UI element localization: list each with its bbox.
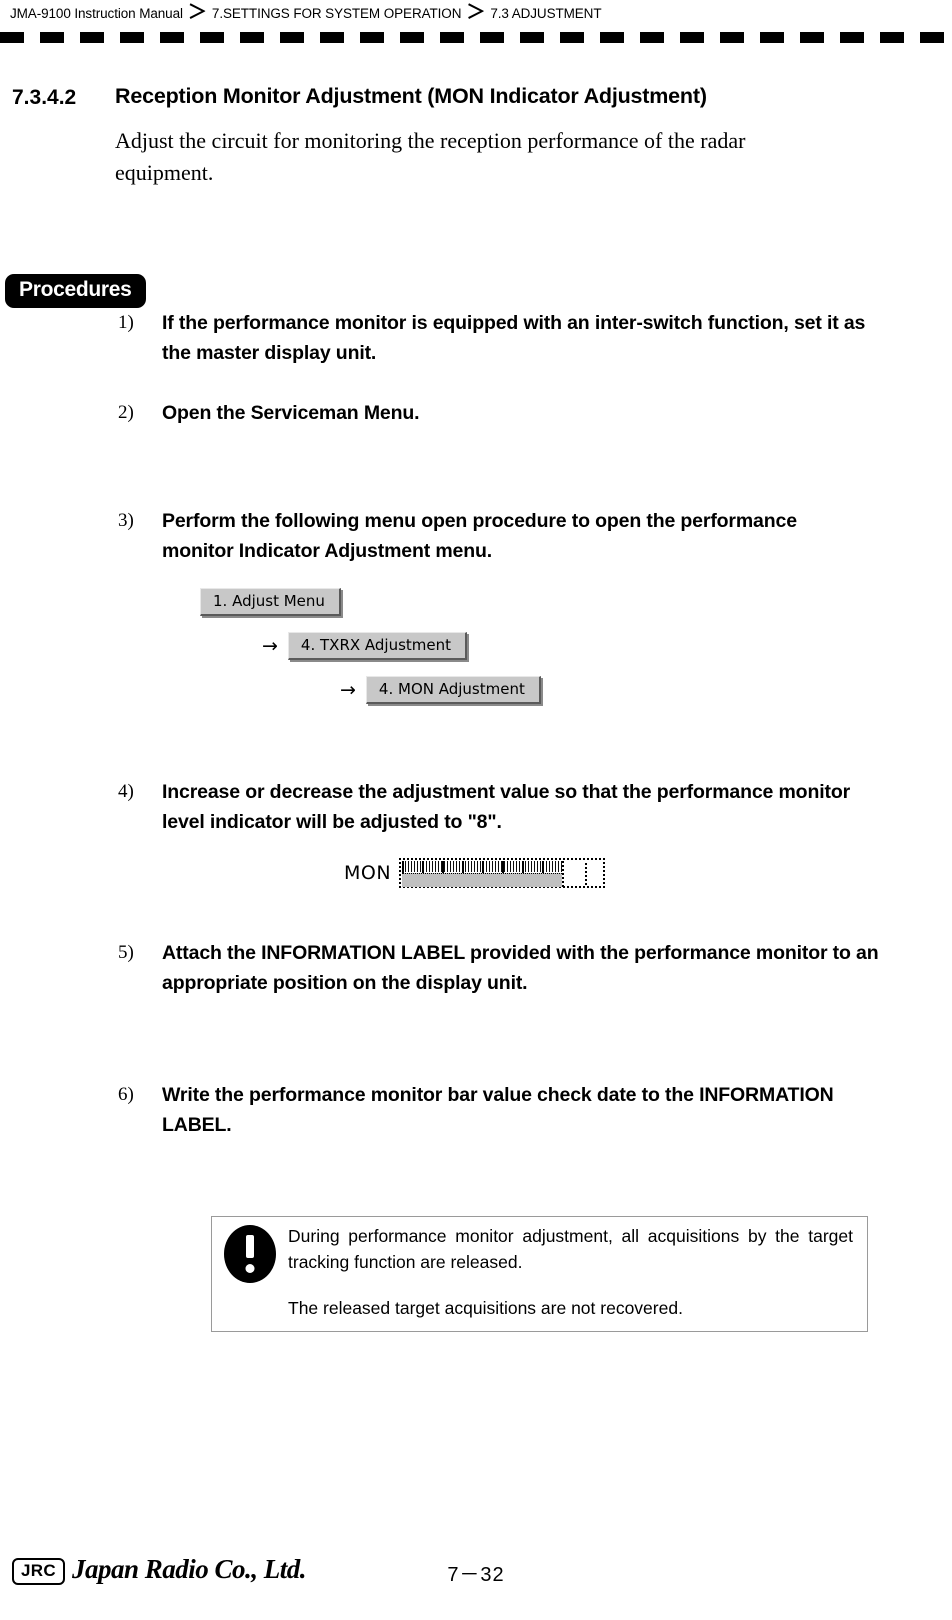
step-text: Increase or decrease the adjustment valu… — [162, 781, 851, 833]
section-intro-text: Adjust the circuit for monitoring the re… — [115, 128, 746, 185]
breadcrumb-separator-icon-2: ＞ — [466, 1, 486, 23]
caution-text-primary: During performance monitor adjustment, a… — [288, 1226, 853, 1272]
menu-button-txrx-adjustment[interactable]: 4. TXRX Adjustment — [287, 632, 468, 660]
mon-bar-fill — [402, 873, 563, 887]
breadcrumb-chapter: 7.SETTINGS FOR SYSTEM OPERATION — [211, 5, 462, 21]
step-text: If the performance monitor is equipped w… — [162, 312, 866, 364]
procedure-step-6: 6) Write the performance monitor bar val… — [118, 1080, 898, 1140]
procedure-step-3: 3) Perform the following menu open proce… — [118, 506, 858, 566]
menu-chain-row-1: 1. Adjust Menu — [200, 588, 800, 616]
procedure-step-5: 5) Attach the INFORMATION LABEL provided… — [118, 938, 918, 998]
mon-label: MON — [344, 862, 392, 884]
menu-open-procedure-chain: 1. Adjust Menu → 4. TXRX Adjustment → 4.… — [200, 588, 800, 720]
step-marker: 5) — [118, 942, 134, 963]
procedure-step-2: 2) Open the Serviceman Menu. — [118, 398, 878, 428]
menu-button-mon-adjustment[interactable]: 4. MON Adjustment — [365, 676, 541, 704]
menu-chain-row-2: → 4. TXRX Adjustment — [200, 632, 800, 660]
arrow-right-icon: → — [262, 634, 278, 657]
menu-button-adjust-menu[interactable]: 1. Adjust Menu — [200, 588, 341, 616]
exclamation-icon — [224, 1225, 276, 1283]
breadcrumb-manual: JMA-9100 Instruction Manual — [10, 5, 183, 21]
step-marker: 6) — [118, 1084, 134, 1105]
step-text: Attach the INFORMATION LABEL provided wi… — [162, 942, 879, 994]
breadcrumb-separator-icon: ＞ — [187, 1, 207, 23]
page-footer: JRC Japan Radio Co., Ltd. 7－32 — [0, 1552, 952, 1600]
mon-bar-divider — [562, 861, 565, 887]
mon-level-indicator: MON — [344, 858, 606, 888]
caution-body: During performance monitor adjustment, a… — [288, 1217, 867, 1331]
arrow-right-icon-2: → — [340, 678, 356, 701]
section-number: 7.3.4.2 — [12, 86, 77, 109]
step-marker: 1) — [118, 312, 134, 333]
mon-bar-frame — [399, 858, 606, 888]
breadcrumb-header: JMA-9100 Instruction Manual ＞ 7.SETTINGS… — [10, 0, 942, 26]
caution-text-secondary: The released target acquisitions are not… — [288, 1298, 683, 1318]
step-marker: 3) — [118, 510, 134, 531]
page-number: 7－32 — [447, 1564, 505, 1586]
caution-note-box: During performance monitor adjustment, a… — [211, 1216, 868, 1332]
procedure-step-1: 1) If the performance monitor is equippe… — [118, 308, 878, 368]
mon-bar-tail-tick — [585, 863, 588, 885]
procedure-step-4: 4) Increase or decrease the adjustment v… — [118, 777, 858, 837]
step-text: Open the Serviceman Menu. — [162, 402, 420, 424]
page-title: Reception Monitor Adjustment (MON Indica… — [115, 84, 707, 108]
step-marker: 4) — [118, 781, 134, 802]
step-marker: 2) — [118, 402, 134, 423]
breadcrumb-section: 7.3 ADJUSTMENT — [490, 5, 602, 21]
step-text: Perform the following menu open procedur… — [162, 510, 797, 562]
caution-icon-cell — [212, 1217, 288, 1283]
step-text: Write the performance monitor bar value … — [162, 1084, 834, 1136]
menu-chain-row-3: → 4. MON Adjustment — [200, 676, 800, 704]
procedures-badge: Procedures — [5, 274, 146, 309]
header-dashed-divider — [0, 32, 952, 43]
